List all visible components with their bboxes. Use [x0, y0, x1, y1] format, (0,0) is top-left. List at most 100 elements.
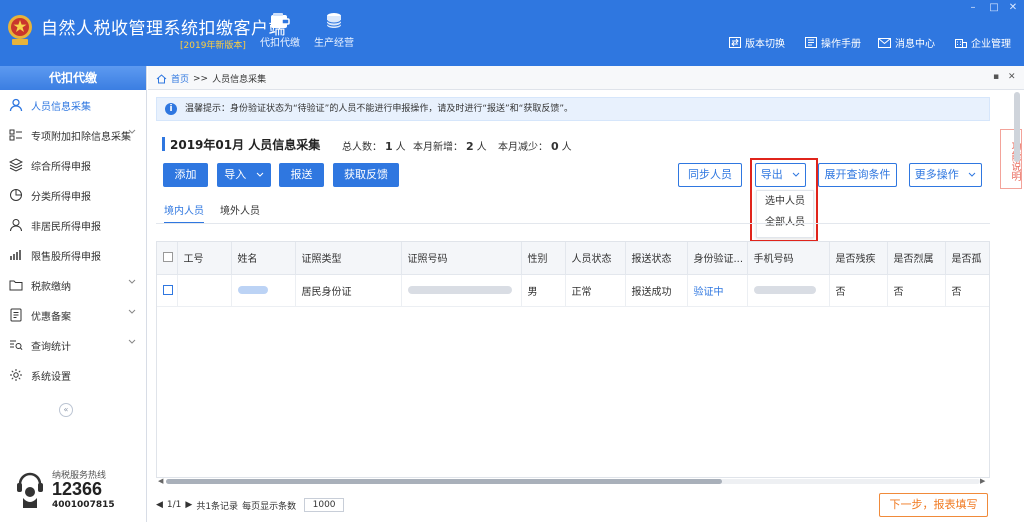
- id-type-cell: 居民身份证: [295, 274, 402, 307]
- more-actions-button[interactable]: 更多操作: [909, 163, 982, 187]
- search-list-icon: [10, 340, 23, 350]
- stat-reduced: 本月减少： 0 人: [498, 138, 572, 153]
- nav-business-label: 生产经营: [314, 38, 354, 49]
- manual-link[interactable]: 操作手册: [805, 35, 861, 50]
- sidebar-item-label: 专项附加扣除信息采集: [31, 131, 131, 143]
- column-header[interactable]: 报送状态: [625, 242, 688, 275]
- import-button[interactable]: 导入: [217, 163, 271, 187]
- bar-chart-icon: [10, 250, 21, 260]
- column-header[interactable]: 身份验证...: [687, 242, 748, 275]
- tab-bar: 首页 >> 人员信息采集 ▪ ✕: [148, 66, 1024, 90]
- martyr-cell: 否: [887, 274, 946, 307]
- stat-total-value: 1: [385, 140, 393, 153]
- prev-page-icon[interactable]: ◀: [156, 500, 163, 510]
- breadcrumb: 首页 >> 人员信息采集: [156, 72, 266, 85]
- folder-icon: [9, 280, 23, 291]
- column-header[interactable]: 证照号码: [401, 242, 522, 275]
- chevron-down-icon: [256, 172, 264, 177]
- home-icon: [156, 73, 167, 83]
- submit-button[interactable]: 报送: [279, 163, 324, 187]
- sidebar-item-person-info[interactable]: 人员信息采集: [0, 90, 146, 120]
- sidebar-item-tax-payment[interactable]: 税款缴纳: [0, 270, 146, 300]
- column-header[interactable]: 人员状态: [565, 242, 626, 275]
- row-checkbox[interactable]: [163, 284, 173, 295]
- scroll-thumb[interactable]: [166, 479, 722, 484]
- column-header[interactable]: 是否孤: [945, 242, 989, 275]
- stat-total: 总人数： 1 人: [342, 138, 406, 153]
- select-all-checkbox[interactable]: [163, 252, 173, 263]
- nav-withholding[interactable]: 代扣代缴: [250, 12, 310, 49]
- table-row[interactable]: 居民身份证 男 正常 报送成功 验证中 否 否 否: [157, 274, 989, 307]
- tab-domestic[interactable]: 境内人员: [164, 202, 204, 224]
- horizontal-scrollbar[interactable]: ◀ ▶: [158, 477, 988, 485]
- expand-query-button[interactable]: 展开查询条件: [818, 163, 897, 187]
- app-window: 自然人税收管理系统扣缴客户端 [2019年新版本] 代扣代缴 生产经营 版本切换: [0, 0, 1024, 522]
- close-icon[interactable]: ✕: [1006, 2, 1020, 13]
- column-header[interactable]: 证照类型: [295, 242, 402, 275]
- row-select-cell[interactable]: [157, 274, 178, 307]
- chevron-down-icon: [128, 279, 136, 284]
- enterprise-link[interactable]: 企业管理: [955, 35, 1011, 50]
- version-switch-link[interactable]: 版本切换: [729, 35, 785, 50]
- column-header[interactable]: 是否烈属: [887, 242, 946, 275]
- sidebar-item-comprehensive[interactable]: 综合所得申报: [0, 150, 146, 180]
- import-label: 导入: [224, 168, 247, 181]
- tax-emblem-icon: [8, 15, 32, 45]
- redacted-name: [237, 285, 268, 294]
- sidebar-item-label: 人员信息采集: [31, 101, 91, 113]
- tab-close-icon[interactable]: ✕: [1008, 72, 1016, 82]
- sidebar-header: 代扣代缴: [0, 66, 146, 90]
- nav-withholding-label: 代扣代缴: [260, 38, 300, 49]
- name-cell[interactable]: [231, 274, 296, 307]
- gear-icon: [10, 369, 22, 381]
- maximize-icon[interactable]: □: [987, 2, 1001, 13]
- sidebar-item-label: 综合所得申报: [31, 161, 91, 173]
- next-page-icon[interactable]: ▶: [185, 500, 192, 510]
- vertical-scroll-thumb[interactable]: [1014, 92, 1020, 162]
- sidebar-item-nonresident[interactable]: 非居民所得申报: [0, 210, 146, 240]
- add-button[interactable]: 添加: [163, 163, 208, 187]
- select-all-cell[interactable]: [157, 242, 178, 275]
- stat-added-label: 本月新增：: [413, 142, 463, 153]
- sidebar-item-label: 系统设置: [31, 371, 71, 383]
- sidebar-item-preferential[interactable]: 优惠备案: [0, 300, 146, 330]
- chevron-down-icon: [128, 309, 136, 314]
- stat-total-unit: 人: [395, 142, 406, 153]
- pie-icon: [10, 189, 22, 201]
- verify-status-link[interactable]: 验证中: [687, 274, 748, 307]
- info-icon: i: [165, 103, 177, 115]
- layers-icon: [9, 158, 23, 172]
- manual-icon: [805, 37, 817, 48]
- sidebar-item-query[interactable]: 查询统计: [0, 330, 146, 360]
- title-accent: [162, 137, 165, 151]
- page-size-input[interactable]: 1000: [304, 498, 345, 512]
- get-feedback-button[interactable]: 获取反馈: [333, 163, 399, 187]
- sidebar-item-restricted-stock[interactable]: 限售股所得申报: [0, 240, 146, 270]
- next-step-button[interactable]: 下一步，报表填写: [879, 493, 988, 517]
- tab-restore-icon[interactable]: ▪: [993, 72, 999, 82]
- disabled-cell: 否: [829, 274, 888, 307]
- tab-overseas[interactable]: 境外人员: [220, 202, 260, 222]
- vertical-scrollbar[interactable]: [1012, 88, 1022, 522]
- minimize-icon[interactable]: –: [966, 2, 980, 13]
- column-header[interactable]: 性别: [521, 242, 566, 275]
- manual-label: 操作手册: [821, 39, 861, 50]
- column-header[interactable]: 是否残疾: [829, 242, 888, 275]
- breadcrumb-home[interactable]: 首页: [171, 72, 189, 85]
- nav-business[interactable]: 生产经营: [304, 12, 364, 49]
- redacted-phone: [753, 285, 816, 294]
- column-header[interactable]: 姓名: [231, 242, 296, 275]
- scroll-right-icon[interactable]: ▶: [980, 477, 985, 485]
- submit-status-cell: 报送成功: [625, 274, 688, 307]
- sidebar-item-special-deduction[interactable]: 专项附加扣除信息采集: [0, 120, 146, 150]
- scroll-left-icon[interactable]: ◀: [158, 477, 163, 485]
- mail-icon: [878, 37, 891, 48]
- message-center-link[interactable]: 消息中心: [878, 35, 935, 50]
- sidebar-item-classified[interactable]: 分类所得申报: [0, 180, 146, 210]
- employee-id-cell: [177, 274, 232, 307]
- sidebar-item-settings[interactable]: 系统设置: [0, 360, 146, 390]
- column-header[interactable]: 工号: [177, 242, 232, 275]
- sidebar-collapse-button[interactable]: «: [59, 403, 73, 417]
- column-header[interactable]: 手机号码: [747, 242, 830, 275]
- sync-button[interactable]: 同步人员: [678, 163, 742, 187]
